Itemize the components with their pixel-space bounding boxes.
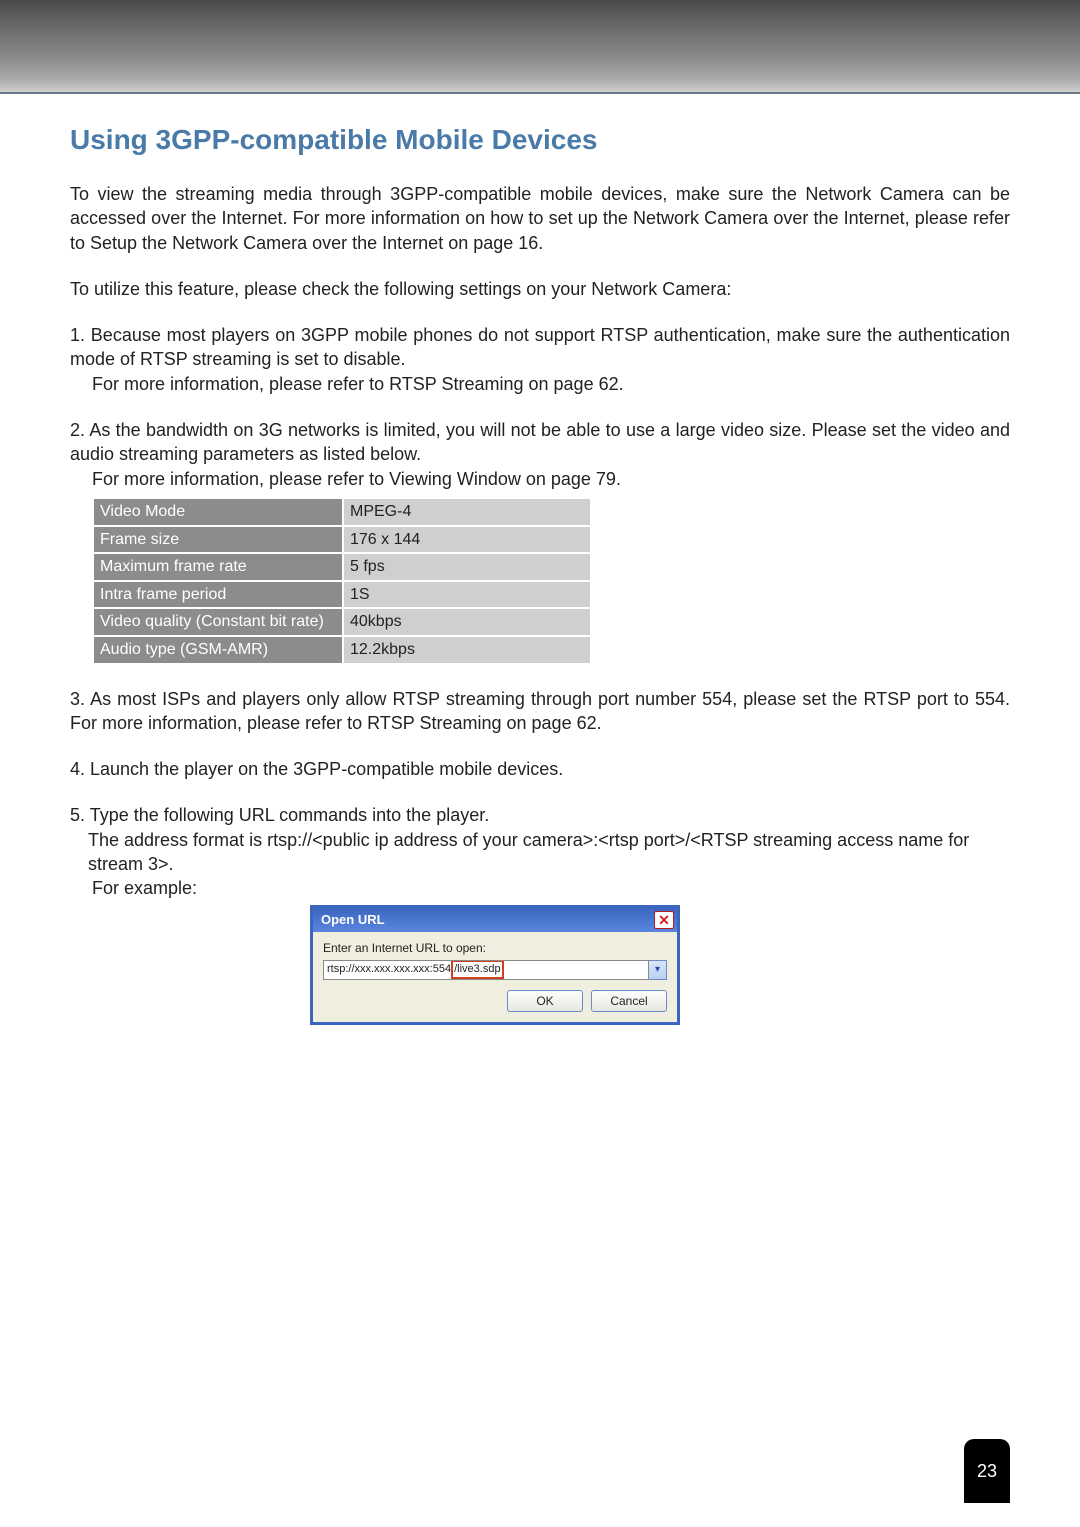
setting-key: Intra frame period — [93, 581, 343, 609]
dialog-titlebar[interactable]: Open URL ✕ — [313, 908, 677, 932]
list-text: As the bandwidth on 3G networks is limit… — [70, 420, 1010, 464]
dialog-body: Enter an Internet URL to open: rtsp://xx… — [313, 932, 677, 1022]
url-input-label: Enter an Internet URL to open: — [323, 940, 667, 956]
list-item-2: 2. As the bandwidth on 3G networks is li… — [70, 418, 1010, 664]
settings-table: Video ModeMPEG-4 Frame size176 x 144 Max… — [92, 497, 592, 665]
list-number: 1. — [70, 325, 91, 345]
setting-value: 40kbps — [343, 608, 591, 636]
setting-key: Video Mode — [93, 498, 343, 526]
list-subtext: The address format is rtsp://<public ip … — [70, 828, 1010, 877]
table-row: Maximum frame rate5 fps — [93, 553, 591, 581]
ok-button[interactable]: OK — [507, 990, 583, 1012]
list-item-4: 4. Launch the player on the 3GPP-compati… — [70, 757, 1010, 781]
url-text-prefix: rtsp://xxx.xxx.xxx.xxx:554 — [327, 962, 451, 977]
table-row: Video ModeMPEG-4 — [93, 498, 591, 526]
list-text: Because most players on 3GPP mobile phon… — [70, 325, 1010, 369]
cancel-button[interactable]: Cancel — [591, 990, 667, 1012]
intro-paragraph-1: To view the streaming media through 3GPP… — [70, 182, 1010, 255]
list-item-3: 3. As most ISPs and players only allow R… — [70, 687, 1010, 736]
setting-value: 1S — [343, 581, 591, 609]
list-subtext: For more information, please refer to RT… — [70, 372, 1010, 396]
table-row: Frame size176 x 144 — [93, 526, 591, 554]
open-url-dialog: Open URL ✕ Enter an Internet URL to open… — [310, 905, 680, 1025]
setting-key: Maximum frame rate — [93, 553, 343, 581]
url-input-row: rtsp://xxx.xxx.xxx.xxx:554/live3.sdp ▾ — [323, 960, 667, 980]
chevron-down-icon[interactable]: ▾ — [649, 960, 667, 980]
header-gradient-band — [0, 0, 1080, 94]
setting-key: Audio type (GSM-AMR) — [93, 636, 343, 664]
list-subtext: For example: — [70, 876, 1010, 900]
list-subtext: For more information, please refer to Vi… — [70, 467, 1010, 491]
list-text: As most ISPs and players only allow RTSP… — [70, 689, 1010, 733]
list-text: Launch the player on the 3GPP-compatible… — [90, 759, 563, 779]
intro-paragraph-2: To utilize this feature, please check th… — [70, 277, 1010, 301]
list-item-1: 1. Because most players on 3GPP mobile p… — [70, 323, 1010, 396]
table-row: Video quality (Constant bit rate)40kbps — [93, 608, 591, 636]
setting-key: Video quality (Constant bit rate) — [93, 608, 343, 636]
setting-key: Frame size — [93, 526, 343, 554]
list-text: Type the following URL commands into the… — [90, 805, 490, 825]
table-row: Audio type (GSM-AMR)12.2kbps — [93, 636, 591, 664]
page-content: Using 3GPP-compatible Mobile Devices To … — [0, 94, 1080, 1025]
instruction-list: 1. Because most players on 3GPP mobile p… — [70, 323, 1010, 1025]
list-item-5: 5. Type the following URL commands into … — [70, 803, 1010, 1024]
table-row: Intra frame period1S — [93, 581, 591, 609]
setting-value: MPEG-4 — [343, 498, 591, 526]
dialog-title: Open URL — [321, 911, 385, 929]
list-number: 3. — [70, 689, 90, 709]
section-heading: Using 3GPP-compatible Mobile Devices — [70, 124, 1010, 156]
url-text-highlighted: /live3.sdp — [451, 960, 503, 979]
setting-value: 12.2kbps — [343, 636, 591, 664]
list-number: 5. — [70, 805, 90, 825]
page-number: 23 — [964, 1439, 1010, 1503]
setting-value: 176 x 144 — [343, 526, 591, 554]
list-number: 4. — [70, 759, 90, 779]
list-number: 2. — [70, 420, 89, 440]
setting-value: 5 fps — [343, 553, 591, 581]
close-icon[interactable]: ✕ — [654, 911, 674, 929]
dialog-button-row: OK Cancel — [323, 990, 667, 1012]
url-input[interactable]: rtsp://xxx.xxx.xxx.xxx:554/live3.sdp — [323, 960, 649, 980]
